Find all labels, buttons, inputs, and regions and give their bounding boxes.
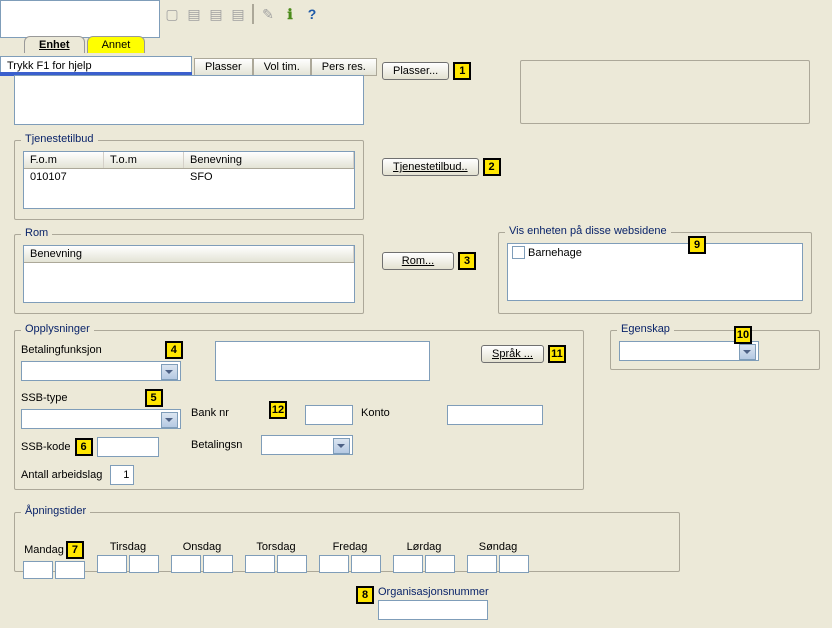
top-col-headers: Plasser Vol tim. Pers res. <box>194 58 377 76</box>
doc1-icon: ▤ <box>186 6 202 22</box>
lbl-fredag: Fredag <box>333 541 368 553</box>
tab-annet[interactable]: Annet <box>87 36 146 53</box>
fredag-to[interactable] <box>351 555 381 573</box>
lbl-onsdag: Onsdag <box>183 541 222 553</box>
edit-icon: ✎ <box>260 6 276 22</box>
onsdag-from[interactable] <box>171 555 201 573</box>
lbl-mandag: Mandag <box>24 544 64 556</box>
plasser-button[interactable]: Plasser... <box>382 62 449 80</box>
lbl-sondag: Søndag <box>479 541 518 553</box>
visenheten-item: Barnehage <box>528 247 582 259</box>
th-benevning: Benevning <box>184 152 354 168</box>
cell-benevning: SFO <box>184 169 354 185</box>
marker-11: 11 <box>548 345 566 363</box>
panel-tjenestetilbud: Tjenestetilbud F.o.m T.o.m Benevning 010… <box>14 140 364 220</box>
marker-4: 4 <box>165 341 183 359</box>
panel-egenskap: Egenskap <box>610 330 820 370</box>
th-rom-benevning: Benevning <box>24 246 354 262</box>
copy-icon: ▢ <box>164 6 180 22</box>
table-row[interactable]: 010107 SFO <box>24 169 354 185</box>
torsdag-from[interactable] <box>245 555 275 573</box>
tab-enhet[interactable]: Enhet <box>24 36 85 53</box>
th-fom: F.o.m <box>24 152 104 168</box>
sondag-from[interactable] <box>467 555 497 573</box>
marker-10: 10 <box>734 326 752 344</box>
panel-apningstider: Åpningstider Mandag 7 Tirsdag Onsdag Tor… <box>14 512 680 572</box>
tjenestetilbud-list[interactable]: F.o.m T.o.m Benevning 010107 SFO <box>23 151 355 209</box>
betalingfunksjon-select[interactable] <box>21 361 181 381</box>
col-voltim: Vol tim. <box>253 58 311 76</box>
legend-apningstider: Åpningstider <box>21 505 90 517</box>
mandag-from[interactable] <box>23 561 53 579</box>
marker-1: 1 <box>453 62 471 80</box>
summary-box-top-right <box>520 60 810 124</box>
lordag-to[interactable] <box>425 555 455 573</box>
lbl-lordag: Lørdag <box>407 541 442 553</box>
doc2-icon: ▤ <box>208 6 224 22</box>
panel-opplysninger: Opplysninger Betalingfunksjon 4 Språk ..… <box>14 330 584 490</box>
legend-tjenestetilbud: Tjenestetilbud <box>21 133 98 145</box>
panel-rom: Rom Benevning <box>14 234 364 314</box>
marker-8: 8 <box>356 586 374 604</box>
lbl-banknr: Bank nr <box>191 407 229 419</box>
legend-opplysninger: Opplysninger <box>21 323 94 335</box>
top-input-area <box>0 0 160 38</box>
fredag-from[interactable] <box>319 555 349 573</box>
marker-5: 5 <box>145 389 163 407</box>
visenheten-list[interactable]: Barnehage <box>507 243 803 301</box>
lbl-torsdag: Torsdag <box>256 541 295 553</box>
opplysninger-textarea[interactable] <box>215 341 430 381</box>
sprak-button[interactable]: Språk ... <box>481 345 544 363</box>
lbl-antall: Antall arbeidslag <box>21 469 102 481</box>
tabs: Enhet Annet <box>24 36 147 53</box>
lbl-orgnr: Organisasjonsnummer <box>378 586 489 598</box>
toolbar: ▢ ▤ ▤ ▤ ✎ ℹ ? <box>164 4 320 24</box>
th-tom: T.o.m <box>104 152 184 168</box>
antall-input[interactable] <box>110 465 134 485</box>
legend-visenheten: Vis enheten på disse websidene <box>505 225 671 237</box>
rom-button[interactable]: Rom... <box>382 252 454 270</box>
top-list[interactable] <box>14 75 364 125</box>
marker-6: 6 <box>75 438 93 456</box>
cell-fom: 010107 <box>24 169 104 185</box>
tirsdag-from[interactable] <box>97 555 127 573</box>
lbl-betalingfunksjon: Betalingfunksjon <box>21 344 102 356</box>
visenheten-checkbox[interactable] <box>512 246 525 259</box>
sondag-to[interactable] <box>499 555 529 573</box>
lbl-betalingsn: Betalingsn <box>191 439 242 451</box>
onsdag-to[interactable] <box>203 555 233 573</box>
marker-3: 3 <box>458 252 476 270</box>
help-icon[interactable]: ? <box>304 6 320 22</box>
col-plasser: Plasser <box>194 58 253 76</box>
ssbtype-select[interactable] <box>21 409 181 429</box>
tjenestetilbud-button[interactable]: Tjenestetilbud.. <box>382 158 479 176</box>
lbl-ssbtype: SSB-type <box>21 392 67 404</box>
panel-visenheten: Vis enheten på disse websidene Barnehage <box>498 232 812 314</box>
legend-egenskap: Egenskap <box>617 323 674 335</box>
konto-input[interactable] <box>447 405 543 425</box>
ssbkode-input[interactable] <box>97 437 159 457</box>
egenskap-select[interactable] <box>619 341 759 361</box>
lbl-tirsdag: Tirsdag <box>110 541 146 553</box>
orgnr-input[interactable] <box>378 600 488 620</box>
betalingsn-select[interactable] <box>261 435 353 455</box>
marker-12: 12 <box>269 401 287 419</box>
legend-rom: Rom <box>21 227 52 239</box>
info-icon[interactable]: ℹ <box>282 6 298 22</box>
mandag-to[interactable] <box>55 561 85 579</box>
marker-2: 2 <box>483 158 501 176</box>
torsdag-to[interactable] <box>277 555 307 573</box>
cell-tom <box>104 169 184 185</box>
marker-9: 9 <box>688 236 706 254</box>
lbl-konto: Konto <box>361 407 390 419</box>
tirsdag-to[interactable] <box>129 555 159 573</box>
doc3-icon: ▤ <box>230 6 246 22</box>
banknr-input[interactable] <box>305 405 353 425</box>
marker-7: 7 <box>66 541 84 559</box>
rom-list[interactable]: Benevning <box>23 245 355 303</box>
lordag-from[interactable] <box>393 555 423 573</box>
col-persres: Pers res. <box>311 58 377 76</box>
lbl-ssbkode: SSB-kode <box>21 441 71 453</box>
